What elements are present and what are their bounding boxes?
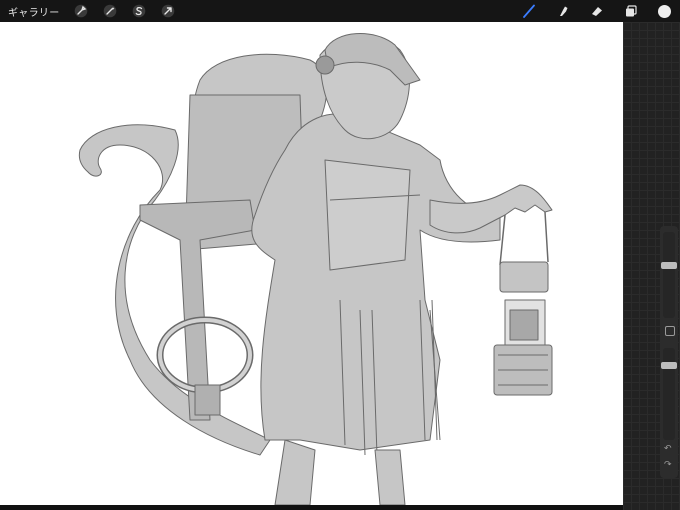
undo-icon[interactable]: ↶ — [664, 444, 672, 454]
brush-icon[interactable] — [518, 0, 540, 22]
opacity-slider[interactable] — [661, 348, 677, 440]
headphone — [315, 55, 335, 75]
selection-s-icon[interactable] — [128, 0, 150, 22]
legs-shape — [274, 439, 406, 506]
gallery-button[interactable]: ギャラリー — [8, 4, 60, 19]
modify-button[interactable] — [665, 326, 675, 336]
brush-size-thumb[interactable] — [661, 262, 677, 269]
canvas-bottom-edge — [0, 505, 623, 510]
magic-wand-icon[interactable] — [99, 0, 121, 22]
brush-sidebar: ↶ ↷ — [660, 226, 678, 478]
drawing-canvas[interactable] — [0, 22, 623, 510]
transform-arrow-icon[interactable] — [157, 0, 179, 22]
eraser-icon[interactable] — [586, 0, 608, 22]
lantern-top — [499, 261, 549, 293]
opacity-thumb[interactable] — [661, 362, 677, 369]
shirt-shape — [324, 159, 411, 271]
brush-size-slider[interactable] — [661, 232, 677, 318]
wrench-icon[interactable] — [70, 0, 92, 22]
coat-shape — [251, 113, 501, 451]
smudge-icon[interactable] — [552, 0, 574, 22]
redo-icon[interactable]: ↷ — [664, 460, 672, 470]
sketch-artwork — [78, 33, 553, 506]
color-picker-button[interactable] — [658, 4, 671, 18]
top-toolbar: ギャラリー — [0, 0, 680, 22]
layers-icon[interactable] — [620, 0, 642, 22]
